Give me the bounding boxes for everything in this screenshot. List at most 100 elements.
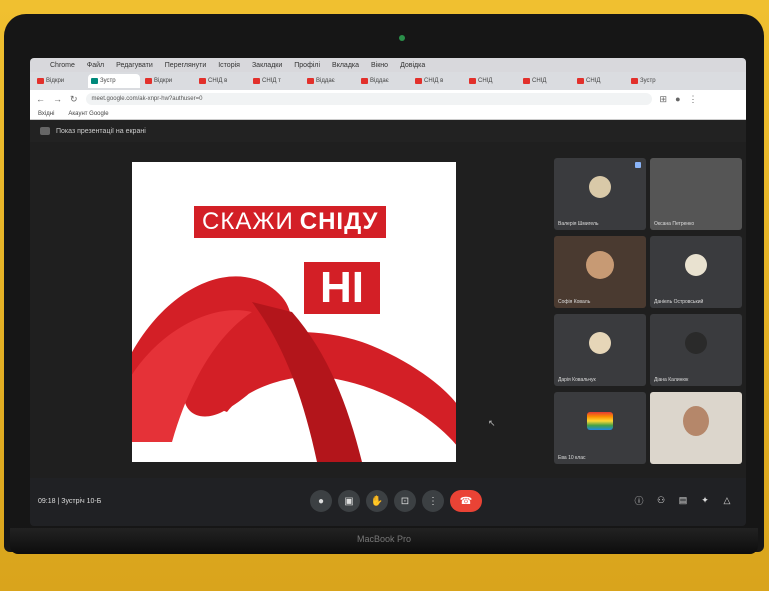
os-menubar: Chrome Файл Редагувати Переглянути Істор…: [30, 58, 746, 72]
youtube-icon: [631, 78, 638, 84]
people-button[interactable]: ⚇: [656, 495, 666, 505]
avatar: [685, 253, 707, 276]
youtube-icon: [523, 78, 530, 84]
back-icon[interactable]: ←: [36, 94, 45, 104]
forward-icon[interactable]: →: [53, 94, 62, 104]
participant-name: Оксана Петренко: [654, 221, 695, 227]
participant-tile[interactable]: [650, 392, 742, 464]
menu-item-window[interactable]: Вікно: [371, 62, 388, 69]
meeting-name: Зустріч 10-Б: [61, 498, 102, 505]
bookmark-google-account[interactable]: Акаунт Google: [68, 111, 108, 117]
presented-slide: СКАЖИ СНІДУ НІ: [132, 162, 456, 462]
meet-icon: [91, 78, 98, 84]
activities-icon: ✦: [701, 494, 709, 505]
menu-item-chrome[interactable]: Chrome: [50, 62, 75, 69]
browser-tab[interactable]: Віддає: [358, 74, 410, 88]
browser-tab[interactable]: СНІД: [520, 74, 572, 88]
brand-label: MacBook Pro: [356, 534, 412, 544]
presenting-label: Показ презентації на екрані: [56, 127, 146, 135]
browser-tab[interactable]: СНІД в: [412, 74, 464, 88]
browser-tab[interactable]: СНІД: [574, 74, 626, 88]
browser-tab[interactable]: СНІД т: [250, 74, 302, 88]
menu-item-history[interactable]: Історія: [218, 62, 240, 69]
more-options-button[interactable]: ⋮: [422, 490, 444, 512]
participant-name: Дарія Ковальчук: [558, 377, 596, 383]
participant-name: Діана Калинюк: [654, 377, 689, 383]
microphone-icon: ●: [317, 495, 325, 507]
menu-item-profiles[interactable]: Профілі: [294, 62, 320, 69]
slide-title-bold: СНІДУ: [299, 208, 379, 235]
participant-name: Валерія Шмигель: [558, 221, 599, 227]
youtube-icon: [361, 78, 368, 84]
browser-tab[interactable]: Віддає: [304, 74, 356, 88]
host-controls-button[interactable]: △: [722, 495, 732, 505]
youtube-icon: [415, 78, 422, 84]
present-screen-icon: [40, 127, 50, 135]
participant-name: Даніель Островський: [654, 299, 704, 305]
slide-title-light: СКАЖИ: [202, 208, 294, 235]
address-bar[interactable]: meet.google.com/ak-xnpr-hw?authuser=0: [85, 93, 652, 105]
browser-tab[interactable]: Зустр: [628, 74, 680, 88]
bookmark-inbox[interactable]: Вхідні: [38, 111, 54, 117]
participant-tile[interactable]: Даніель Островський: [650, 236, 742, 308]
youtube-icon: [577, 78, 584, 84]
participant-tile[interactable]: Софія Коваль: [554, 236, 646, 308]
bookmarks-bar: Вхідні Акаунт Google: [30, 108, 746, 120]
end-call-button[interactable]: ☎: [450, 490, 482, 512]
avatar: [685, 331, 707, 354]
participant-tile[interactable]: Діана Калинюк: [650, 314, 742, 386]
presenting-banner: Показ презентації на екрані: [30, 120, 746, 142]
pin-badge-icon: [635, 162, 641, 168]
participant-tile[interactable]: Оксана Петренко: [650, 158, 742, 230]
microphone-button[interactable]: ●: [310, 490, 332, 512]
youtube-icon: [469, 78, 476, 84]
avatar: [589, 175, 611, 198]
laptop-base: MacBook Pro: [10, 528, 758, 554]
activities-button[interactable]: ✦: [700, 495, 710, 505]
participant-tile[interactable]: Ева 10 клас: [554, 392, 646, 464]
info-icon: ⓘ: [634, 495, 644, 506]
avatar: [587, 411, 613, 430]
browser-toolbar: ← → ↻ meet.google.com/ak-xnpr-hw?authuse…: [30, 90, 746, 108]
youtube-icon: [199, 78, 206, 84]
browser-tab[interactable]: СНІД: [466, 74, 518, 88]
menu-item-edit[interactable]: Редагувати: [116, 62, 153, 69]
browser-tab[interactable]: Відкри: [34, 74, 86, 88]
chat-button[interactable]: ▤: [678, 495, 688, 505]
browser-tab[interactable]: СНІД в: [196, 74, 248, 88]
reload-icon[interactable]: ↻: [70, 94, 78, 105]
menu-item-bookmarks[interactable]: Закладки: [252, 62, 282, 69]
info-button[interactable]: ⓘ: [634, 495, 644, 506]
menu-item-tab[interactable]: Вкладка: [332, 62, 359, 69]
browser-menu-icon[interactable]: ⋮: [689, 94, 698, 105]
camera-button[interactable]: ▣: [338, 490, 360, 512]
browser-tab[interactable]: Відкри: [142, 74, 194, 88]
profile-avatar[interactable]: ●: [675, 94, 680, 104]
youtube-icon: [307, 78, 314, 84]
meeting-info: 09:18 | Зустріч 10-Б: [38, 498, 102, 505]
present-button[interactable]: ⊡: [394, 490, 416, 512]
slide-answer: НІ: [304, 262, 380, 314]
extensions-icon[interactable]: ⊞: [660, 94, 668, 105]
browser-tabbar: Відкри Зустр Відкри СНІД в СНІД т Віддає…: [30, 72, 746, 90]
menu-item-help[interactable]: Довідка: [400, 62, 425, 69]
meet-control-bar: 09:18 | Зустріч 10-Б ● ▣ ✋ ⊡ ⋮ ☎ ⓘ ⚇ ▤ ✦…: [30, 478, 746, 526]
menu-item-view[interactable]: Переглянути: [165, 62, 206, 69]
camera-icon: ▣: [344, 495, 354, 507]
end-call-icon: ☎: [459, 495, 473, 507]
youtube-icon: [37, 78, 44, 84]
red-ribbon-icon: [132, 276, 456, 462]
raise-hand-icon: ✋: [370, 495, 384, 507]
mouse-cursor-icon: ↖: [488, 418, 496, 428]
laptop-screen: Chrome Файл Редагувати Переглянути Істор…: [30, 58, 746, 526]
participant-tile[interactable]: Валерія Шмигель: [554, 158, 646, 230]
people-icon: ⚇: [656, 494, 666, 505]
menu-item-file[interactable]: Файл: [87, 62, 104, 69]
participant-tile[interactable]: Дарія Ковальчук: [554, 314, 646, 386]
chat-icon: ▤: [678, 494, 688, 505]
participant-name: Софія Коваль: [558, 299, 591, 305]
browser-tab-active[interactable]: Зустр: [88, 74, 140, 88]
avatar: [589, 331, 611, 354]
raise-hand-button[interactable]: ✋: [366, 490, 388, 512]
present-screen-icon: ⊡: [400, 495, 410, 507]
